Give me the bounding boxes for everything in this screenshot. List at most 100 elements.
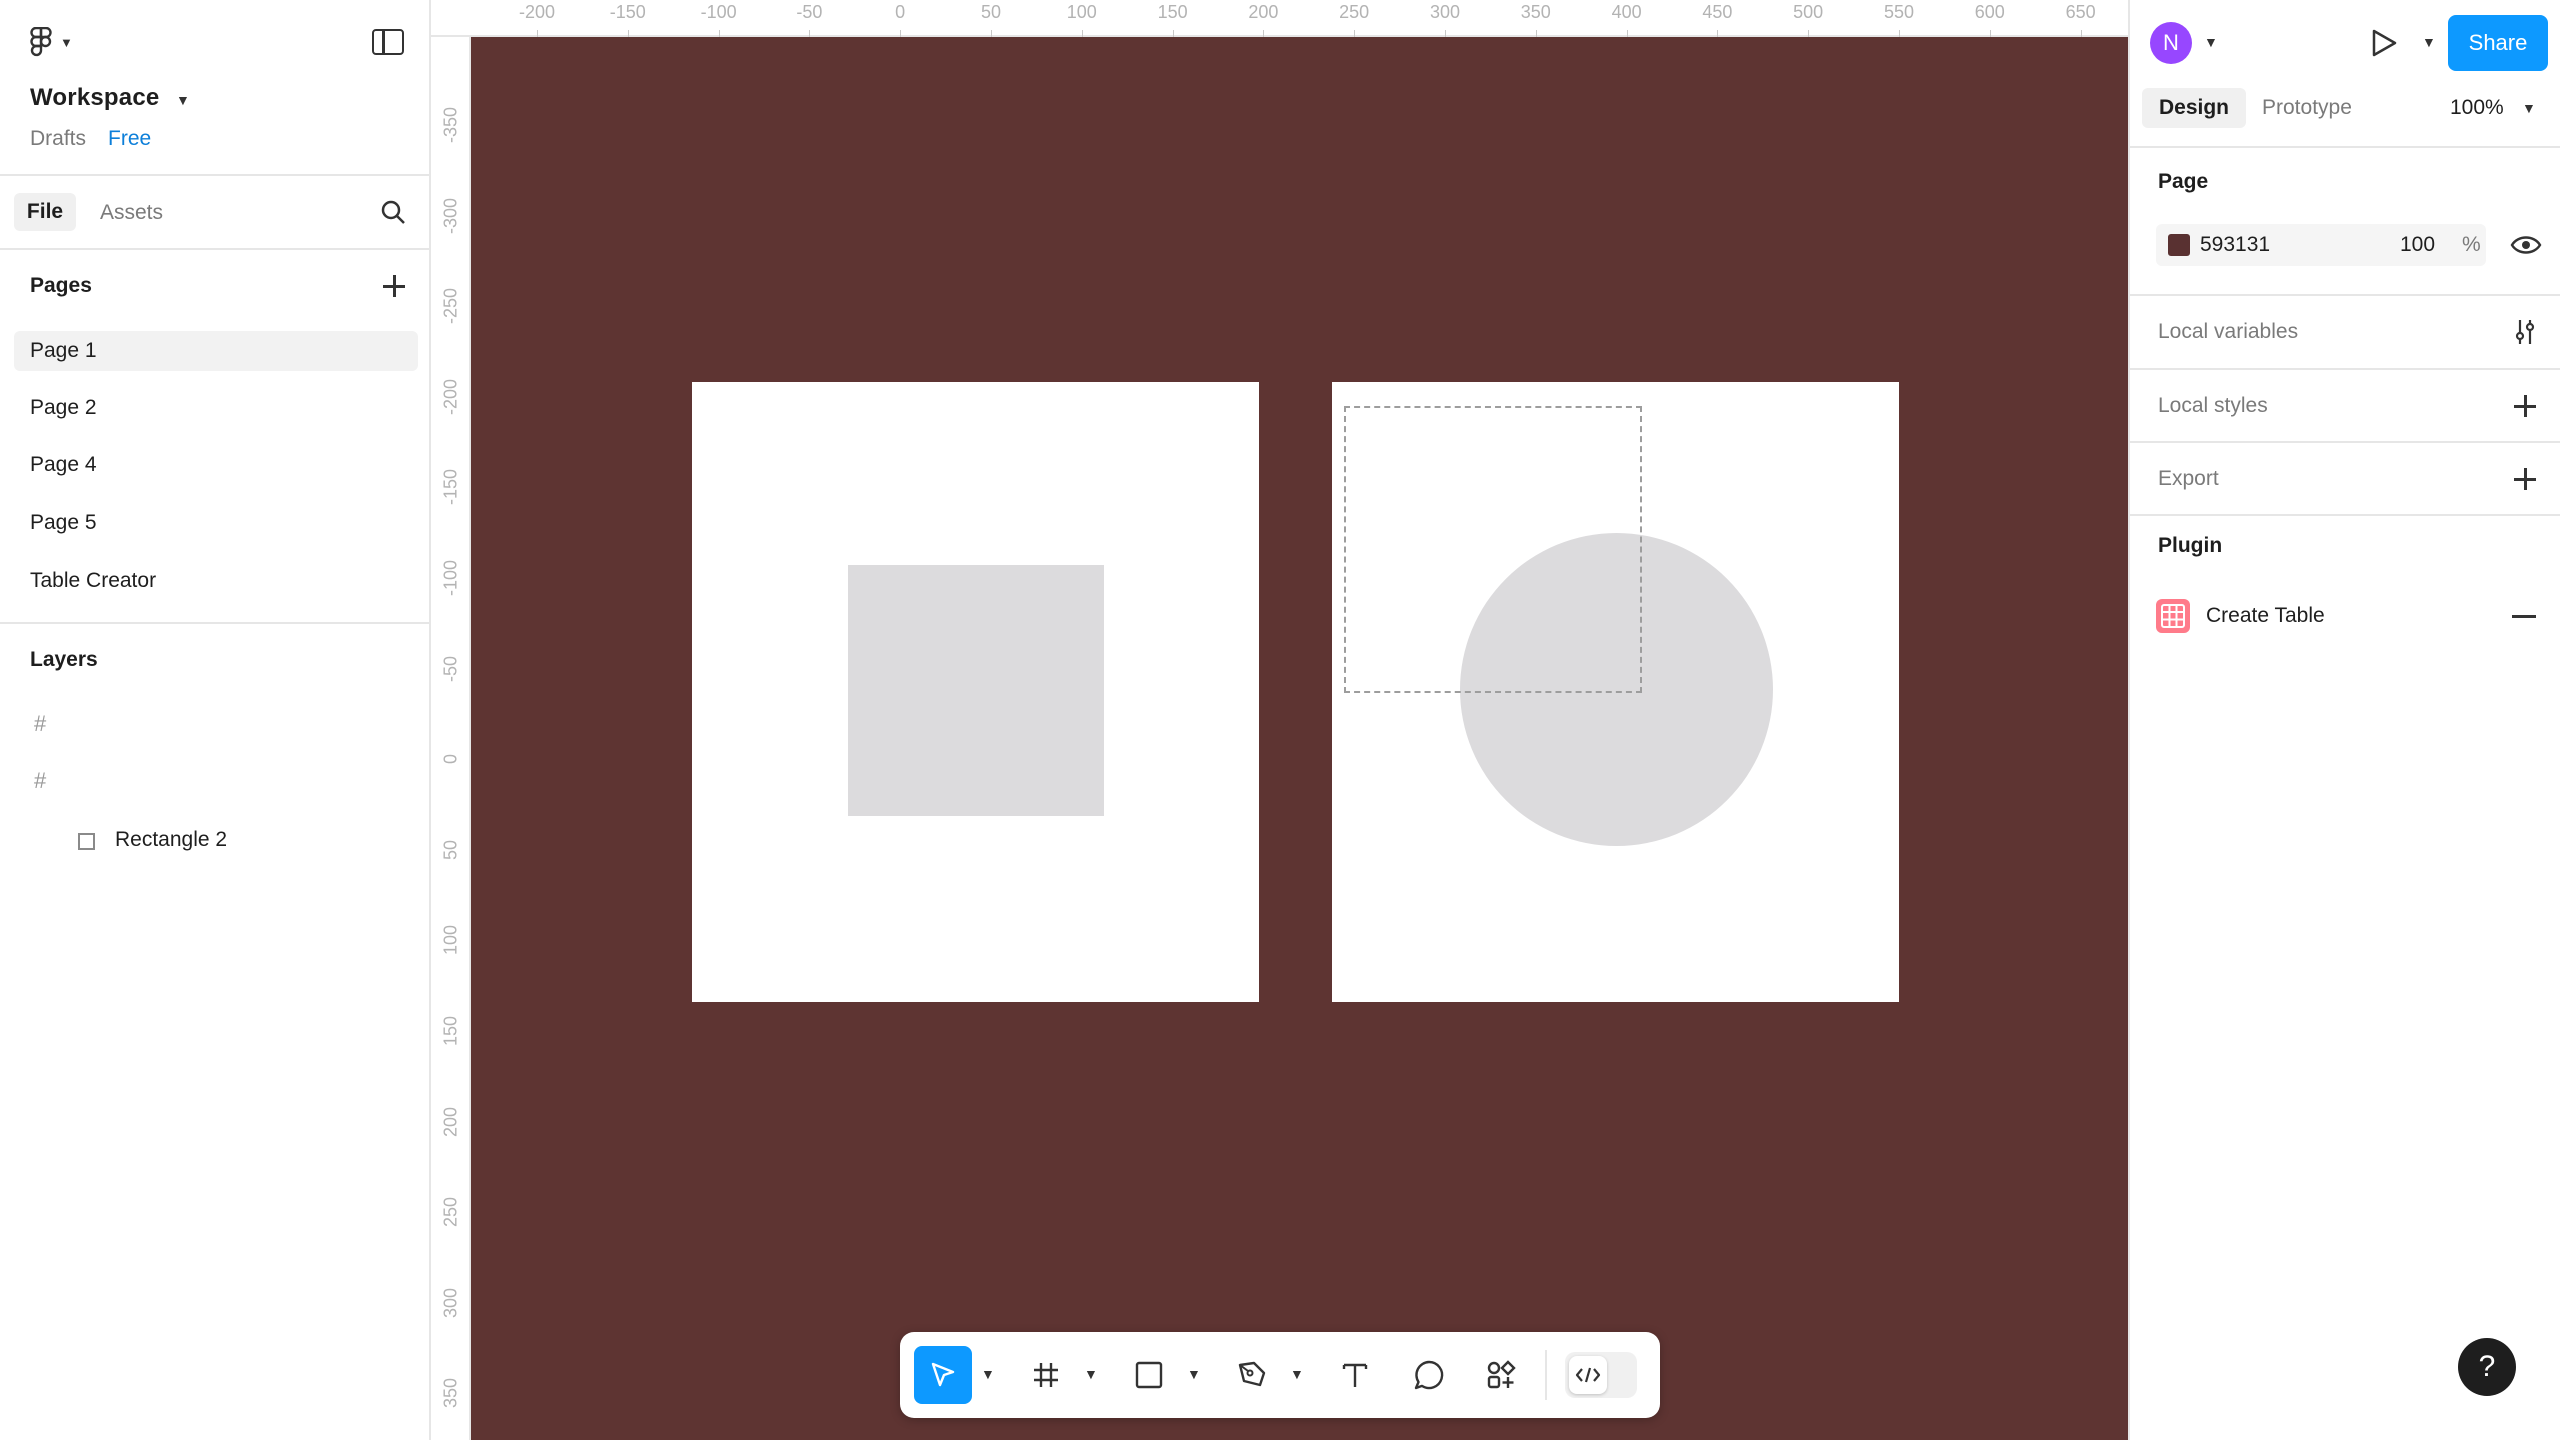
- local-styles-label[interactable]: Local styles: [2158, 394, 2268, 418]
- divider: [2130, 514, 2560, 516]
- page-item[interactable]: Page 1: [14, 331, 418, 371]
- ruler-tick-label: -100: [440, 559, 461, 597]
- pen-nib-icon: [1238, 1361, 1266, 1387]
- minus-icon[interactable]: [2512, 615, 2536, 618]
- components-plus-icon: [1487, 1360, 1516, 1389]
- ruler-tick: [718, 30, 720, 37]
- frame-icon[interactable]: #: [34, 711, 46, 737]
- ruler-tick: [809, 30, 811, 37]
- text-t-icon: [1342, 1363, 1368, 1387]
- ruler-tick-label: -100: [700, 2, 737, 22]
- ruler-tick: [537, 30, 538, 37]
- frame-2[interactable]: [1332, 382, 1899, 1002]
- ruler-tick-label: 300: [440, 1287, 461, 1318]
- chevron-down-icon[interactable]: ▼: [1290, 1366, 1304, 1382]
- ruler-tick-label: 350: [440, 1378, 461, 1409]
- sidebar-toggle-icon[interactable]: [372, 29, 404, 55]
- figma-logo-icon: [30, 27, 52, 57]
- main-menu-button[interactable]: ▼: [30, 26, 73, 58]
- ruler-tick: [2080, 30, 2082, 37]
- page-item[interactable]: Page 5: [14, 503, 418, 543]
- ruler-tick: [900, 30, 902, 37]
- ruler-tick: [1445, 30, 1446, 37]
- ruler-tick-label: 50: [440, 839, 461, 860]
- workspace-name[interactable]: Workspace: [30, 84, 159, 112]
- help-button[interactable]: ?: [2458, 1338, 2516, 1396]
- ruler-tick: [1717, 30, 1719, 37]
- frame-hash-icon: [1034, 1363, 1058, 1387]
- chevron-down-icon[interactable]: ▼: [176, 92, 190, 108]
- page-item[interactable]: Page 4: [14, 445, 418, 485]
- drafts-link[interactable]: Drafts: [30, 127, 86, 151]
- ruler-tick: [1899, 30, 1900, 37]
- ruler-tick-label: 200: [1248, 2, 1279, 22]
- avatar[interactable]: N: [2150, 22, 2192, 64]
- local-variables-label[interactable]: Local variables: [2158, 320, 2298, 344]
- opacity-value[interactable]: 100: [2400, 233, 2435, 257]
- bottom-toolbar: ▼ ▼ ▼ ▼: [900, 1332, 1660, 1418]
- tab-assets[interactable]: Assets: [100, 201, 163, 225]
- chevron-down-icon[interactable]: ▼: [2522, 100, 2536, 116]
- plan-badge[interactable]: Free: [108, 127, 151, 151]
- share-button[interactable]: Share: [2448, 15, 2548, 71]
- rectangle-shape[interactable]: [848, 565, 1104, 816]
- ruler-tick-label: -150: [440, 469, 461, 506]
- play-icon[interactable]: [2370, 28, 2398, 58]
- actions-tool-button[interactable]: [1472, 1346, 1530, 1404]
- text-tool-button[interactable]: [1326, 1346, 1384, 1404]
- cursor-arrow-icon: [931, 1362, 955, 1387]
- canvas[interactable]: [471, 37, 2128, 1440]
- color-hex-value[interactable]: 593131: [2200, 233, 2270, 257]
- ruler-tick-label: -150: [609, 2, 646, 22]
- page-item[interactable]: Page 2: [14, 388, 418, 428]
- right-panel: N ▼ ▼ Share Design Prototype 100% ▼ Page…: [2128, 0, 2560, 1440]
- comment-tool-button[interactable]: [1400, 1346, 1458, 1404]
- search-icon[interactable]: [380, 199, 406, 225]
- page-item[interactable]: Table Creator: [14, 561, 418, 601]
- rectangle-icon: [1135, 1361, 1163, 1389]
- color-swatch[interactable]: [2168, 234, 2190, 256]
- divider: [0, 622, 431, 624]
- ruler-tick: [1354, 30, 1356, 37]
- layer-item-rectangle-2[interactable]: Rectangle 2: [115, 828, 227, 852]
- eye-icon[interactable]: [2510, 232, 2542, 258]
- selection-marquee: [1344, 406, 1642, 693]
- export-label[interactable]: Export: [2158, 467, 2219, 491]
- rectangle-icon: [78, 833, 95, 850]
- add-export-plus-icon[interactable]: [2512, 466, 2538, 492]
- tab-file[interactable]: File: [14, 193, 76, 231]
- tab-design[interactable]: Design: [2142, 88, 2246, 128]
- ruler-tick-label: 150: [440, 1015, 461, 1047]
- ruler-tick-label: -50: [440, 655, 461, 682]
- plugin-name[interactable]: Create Table: [2206, 604, 2325, 628]
- ruler-tick: [1808, 30, 1810, 37]
- frame-icon[interactable]: #: [34, 768, 46, 794]
- toolbar-divider: [1545, 1350, 1547, 1400]
- ruler-tick-label: 150: [1157, 2, 1188, 22]
- ruler-tick: [1535, 30, 1537, 37]
- ruler-tick: [1626, 30, 1628, 37]
- page-color-field[interactable]: 593131 100 %: [2156, 224, 2486, 266]
- variables-sliders-icon[interactable]: [2512, 318, 2538, 346]
- add-page-plus-icon[interactable]: [381, 273, 407, 299]
- chevron-down-icon[interactable]: ▼: [2204, 34, 2218, 50]
- shape-tool-button[interactable]: [1120, 1346, 1178, 1404]
- chevron-down-icon[interactable]: ▼: [981, 1366, 995, 1382]
- add-style-plus-icon[interactable]: [2512, 393, 2538, 419]
- move-tool-button[interactable]: [914, 1346, 972, 1404]
- ruler-tick-label: 100: [440, 925, 461, 956]
- ruler-tick-label: -250: [440, 288, 461, 325]
- pen-tool-button[interactable]: [1223, 1346, 1281, 1404]
- frame-tool-button[interactable]: [1017, 1346, 1075, 1404]
- ruler-tick-label: 250: [1339, 2, 1370, 22]
- chevron-down-icon[interactable]: ▼: [1084, 1366, 1098, 1382]
- ruler-tick-label: 250: [440, 1197, 461, 1228]
- frame-1[interactable]: [692, 382, 1259, 1002]
- zoom-level[interactable]: 100%: [2450, 96, 2504, 120]
- chevron-down-icon[interactable]: ▼: [2422, 34, 2436, 50]
- tab-prototype[interactable]: Prototype: [2262, 96, 2352, 120]
- chevron-down-icon[interactable]: ▼: [1187, 1366, 1201, 1382]
- left-panel: ▼ Workspace ▼ Drafts Free File Assets Pa…: [0, 0, 431, 1440]
- dev-mode-toggle[interactable]: [1565, 1352, 1637, 1398]
- ruler-tick-label: 350: [1520, 2, 1551, 22]
